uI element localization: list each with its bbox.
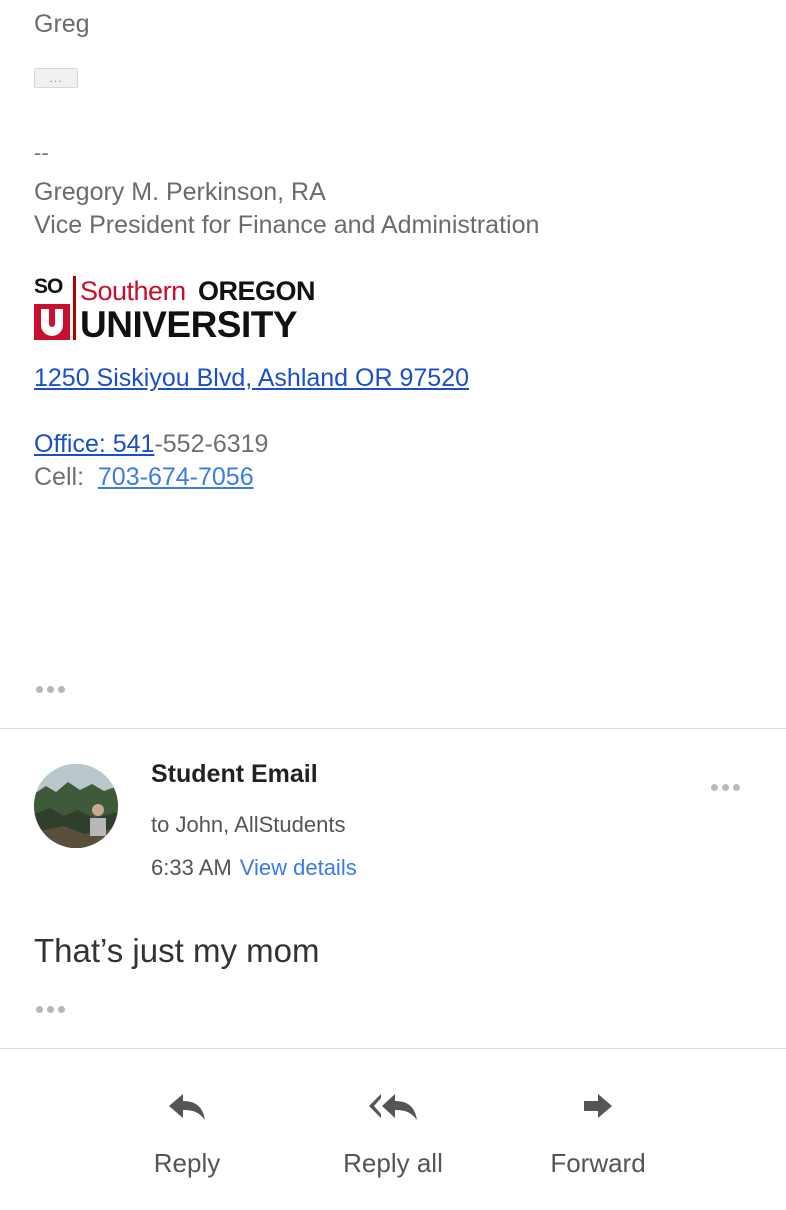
greeting-text: Greg — [34, 10, 90, 38]
logo-so-text: SO — [34, 275, 63, 298]
message-time: 6:33 AM — [151, 855, 232, 880]
address-link[interactable]: 1250 Siskiyou Blvd, Ashland OR 97520 — [34, 364, 469, 393]
reply-icon — [169, 1094, 205, 1120]
sender-name: Student Email — [151, 760, 318, 788]
signature-title: Vice President for Finance and Administr… — [34, 211, 540, 239]
show-trimmed-content-button[interactable]: ... — [34, 68, 78, 88]
reply-all-label: Reply all — [343, 1148, 443, 1178]
message-divider — [0, 728, 786, 729]
cell-phone-link[interactable]: 703-674-7056 — [98, 463, 254, 491]
message-meta-row: 6:33 AM View details — [151, 855, 357, 881]
reply-label: Reply — [153, 1148, 221, 1178]
actions-divider — [0, 1048, 786, 1049]
message-body: That’s just my mom — [34, 932, 320, 969]
office-phone-link[interactable]: Office: 541 — [34, 430, 154, 458]
recipients-text: to John, AllStudents — [151, 812, 346, 837]
more-content-button[interactable] — [36, 686, 65, 693]
view-details-link[interactable]: View details — [240, 855, 357, 880]
office-phone-row: Office: 541-552-6319 — [34, 430, 268, 459]
forward-icon — [584, 1094, 612, 1118]
university-logo: SO Southern OREGON UNIVERSITY — [32, 272, 342, 344]
reply-button[interactable]: Reply — [117, 1090, 257, 1179]
logo-southern-text: Southern — [80, 276, 186, 306]
logo-university-text: UNIVERSITY — [80, 304, 298, 345]
forward-label: Forward — [550, 1148, 646, 1178]
reply-all-icon — [369, 1094, 417, 1120]
signature-separator: -- — [34, 140, 49, 165]
logo-divider — [73, 276, 76, 340]
sender-avatar[interactable] — [34, 764, 118, 848]
reply-all-button[interactable]: Reply all — [323, 1090, 463, 1179]
cell-phone-row: Cell: 703-674-7056 — [34, 463, 254, 492]
logo-oregon-text: OREGON — [198, 276, 316, 306]
logo-u-mark-icon — [34, 304, 70, 340]
show-quoted-text-button[interactable] — [36, 1006, 65, 1013]
forward-button[interactable]: Forward — [528, 1090, 668, 1179]
office-phone-rest: -552-6319 — [154, 430, 269, 458]
message-more-options-button[interactable] — [711, 784, 740, 791]
signature-name: Gregory M. Perkinson, RA — [34, 178, 326, 206]
avatar-photo-icon — [34, 764, 118, 848]
cell-label: Cell: — [34, 463, 98, 491]
